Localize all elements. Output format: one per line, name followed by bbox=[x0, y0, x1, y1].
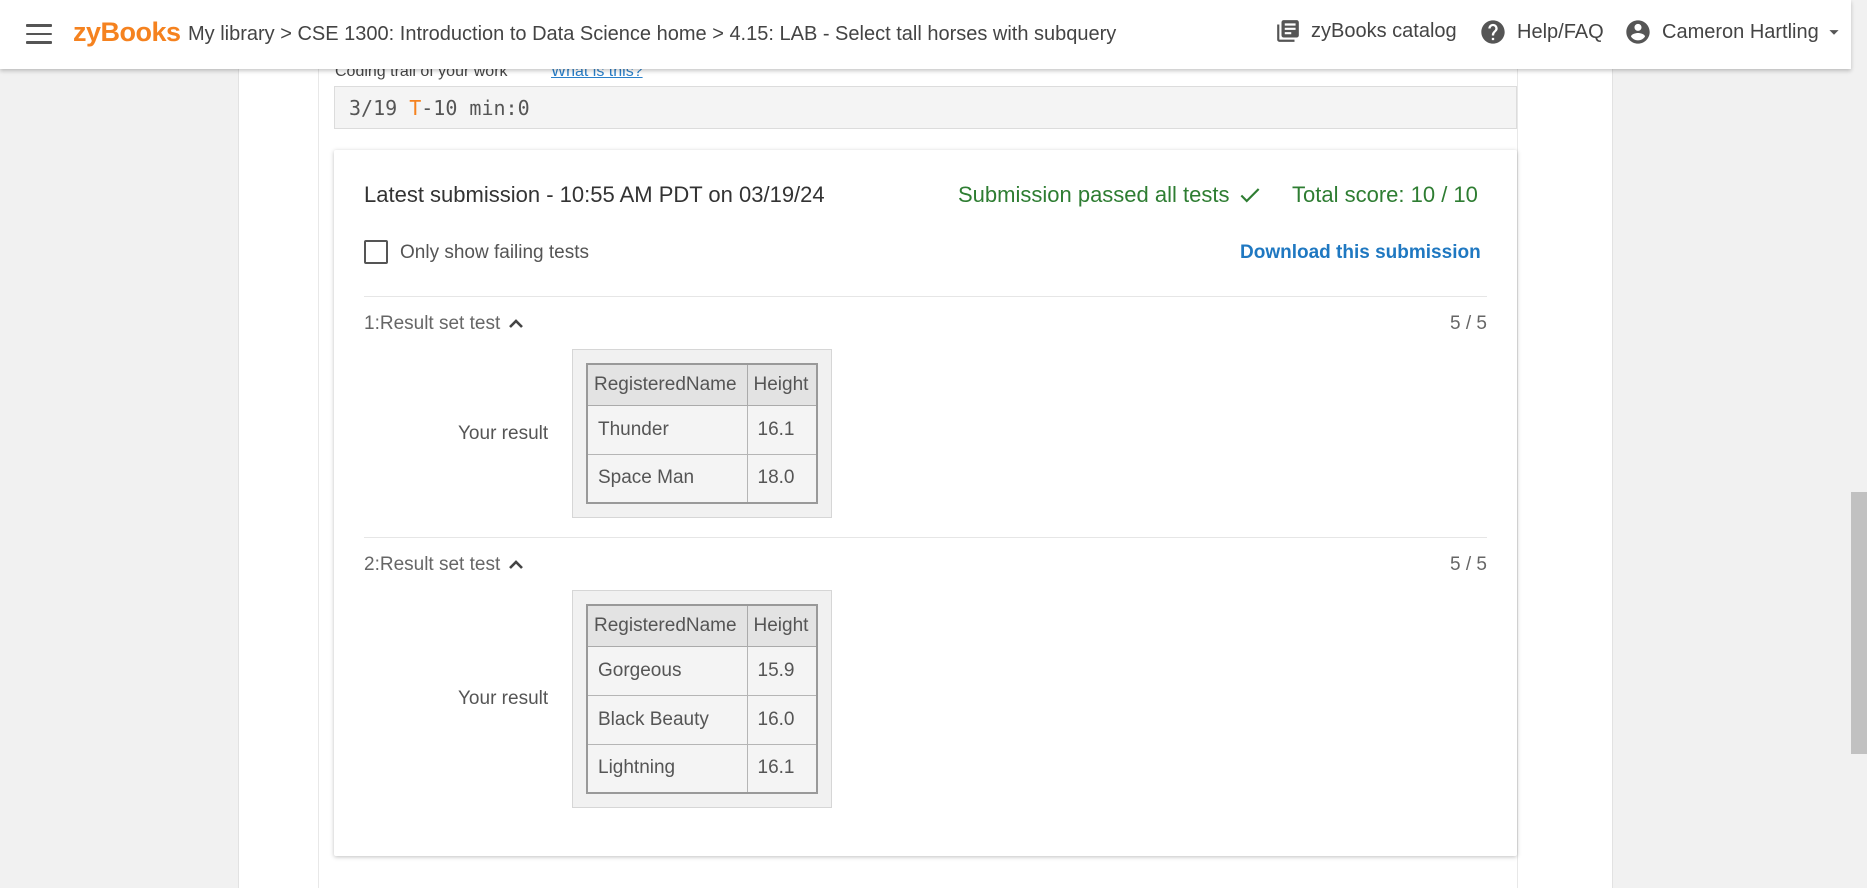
breadcrumb-my-library[interactable]: My library bbox=[188, 23, 275, 45]
column-header: RegisteredName bbox=[586, 363, 748, 406]
breadcrumb-separator: > bbox=[712, 23, 724, 45]
total-score: Total score: 10 / 10 bbox=[1292, 182, 1478, 207]
submission-title: Latest submission - 10:55 AM PDT on 03/1… bbox=[364, 182, 825, 207]
scrollbar-thumb[interactable] bbox=[1851, 492, 1867, 754]
help-label: Help/FAQ bbox=[1517, 20, 1604, 43]
hamburger-menu-icon[interactable] bbox=[26, 24, 52, 44]
test-2-result-table: RegisteredName Height Gorgeous 15.9 Blac… bbox=[586, 604, 818, 794]
chevron-up-icon bbox=[509, 560, 524, 569]
table-header-row: RegisteredName Height bbox=[586, 604, 818, 647]
table-cell: 16.0 bbox=[746, 694, 818, 745]
library-books-icon bbox=[1277, 20, 1299, 42]
test-1-score: 5 / 5 bbox=[1450, 313, 1487, 334]
column-header: Height bbox=[746, 363, 818, 406]
download-submission-link[interactable]: Download this submission bbox=[1240, 242, 1481, 264]
table-cell: 15.9 bbox=[746, 645, 818, 696]
table-row: Black Beauty 16.0 bbox=[586, 694, 818, 745]
table-row: Space Man 18.0 bbox=[586, 453, 818, 504]
column-header: RegisteredName bbox=[586, 604, 748, 647]
coding-trail-box: 3/19 T-10 min:0 bbox=[334, 86, 1517, 129]
test-1-result-container: RegisteredName Height Thunder 16.1 Space… bbox=[572, 349, 832, 518]
test-1-header[interactable]: 1:Result set test bbox=[364, 313, 525, 335]
table-row: Lightning 16.1 bbox=[586, 743, 818, 794]
test-2-result-container: RegisteredName Height Gorgeous 15.9 Blac… bbox=[572, 590, 832, 808]
caret-down-icon bbox=[1829, 30, 1839, 35]
trail-date: 3/19 bbox=[349, 96, 398, 120]
table-row: Gorgeous 15.9 bbox=[586, 645, 818, 696]
only-failing-checkbox[interactable] bbox=[364, 240, 388, 264]
test-2-header[interactable]: 2:Result set test bbox=[364, 554, 525, 576]
table-cell: Black Beauty bbox=[586, 694, 748, 745]
test-2-title: 2:Result set test bbox=[364, 554, 501, 575]
divider bbox=[364, 537, 1487, 538]
test-1-result-label: Your result bbox=[458, 423, 549, 444]
account-circle-icon bbox=[1626, 20, 1650, 44]
submission-card: Latest submission - 10:55 AM PDT on 03/1… bbox=[334, 150, 1517, 856]
catalog-link[interactable]: zyBooks catalog bbox=[1275, 18, 1457, 44]
table-header-row: RegisteredName Height bbox=[586, 363, 818, 406]
zybooks-logo[interactable]: zyBooks bbox=[73, 17, 181, 48]
table-cell: Thunder bbox=[586, 404, 748, 455]
table-row: Thunder 16.1 bbox=[586, 404, 818, 455]
help-icon bbox=[1481, 20, 1505, 44]
only-failing-label[interactable]: Only show failing tests bbox=[400, 242, 589, 264]
test-2-score: 5 / 5 bbox=[1450, 554, 1487, 575]
submission-status-text: Submission passed all tests bbox=[958, 182, 1230, 207]
breadcrumb-separator: > bbox=[280, 23, 292, 45]
divider bbox=[364, 296, 1487, 297]
table-cell: 16.1 bbox=[746, 404, 818, 455]
table-cell: Space Man bbox=[586, 453, 748, 504]
submission-status: Submission passed all tests bbox=[958, 182, 1263, 208]
trail-marker: T bbox=[409, 96, 422, 120]
column-header: Height bbox=[746, 604, 818, 647]
test-1-result-table: RegisteredName Height Thunder 16.1 Space… bbox=[586, 363, 818, 504]
help-link[interactable]: Help/FAQ bbox=[1479, 18, 1604, 46]
test-1-title: 1:Result set test bbox=[364, 313, 501, 334]
breadcrumb: My library > CSE 1300: Introduction to D… bbox=[188, 23, 1116, 46]
catalog-label: zyBooks catalog bbox=[1311, 19, 1457, 42]
breadcrumb-course[interactable]: CSE 1300: Introduction to Data Science h… bbox=[297, 23, 706, 45]
table-cell: Lightning bbox=[586, 743, 748, 794]
table-cell: 18.0 bbox=[746, 453, 818, 504]
top-navigation-bar: zyBooks My library > CSE 1300: Introduct… bbox=[0, 0, 1851, 69]
trail-detail: -10 min:0 bbox=[421, 96, 530, 120]
test-2-result-label: Your result bbox=[458, 688, 549, 709]
vertical-scrollbar[interactable] bbox=[1851, 0, 1867, 888]
chevron-up-icon bbox=[509, 319, 524, 328]
checkmark-icon bbox=[1241, 188, 1260, 203]
table-cell: 16.1 bbox=[746, 743, 818, 794]
table-cell: Gorgeous bbox=[586, 645, 748, 696]
user-menu[interactable]: Cameron Hartling bbox=[1624, 18, 1845, 46]
breadcrumb-section: 4.15: LAB - Select tall horses with subq… bbox=[729, 23, 1117, 45]
user-name: Cameron Hartling bbox=[1662, 20, 1819, 43]
